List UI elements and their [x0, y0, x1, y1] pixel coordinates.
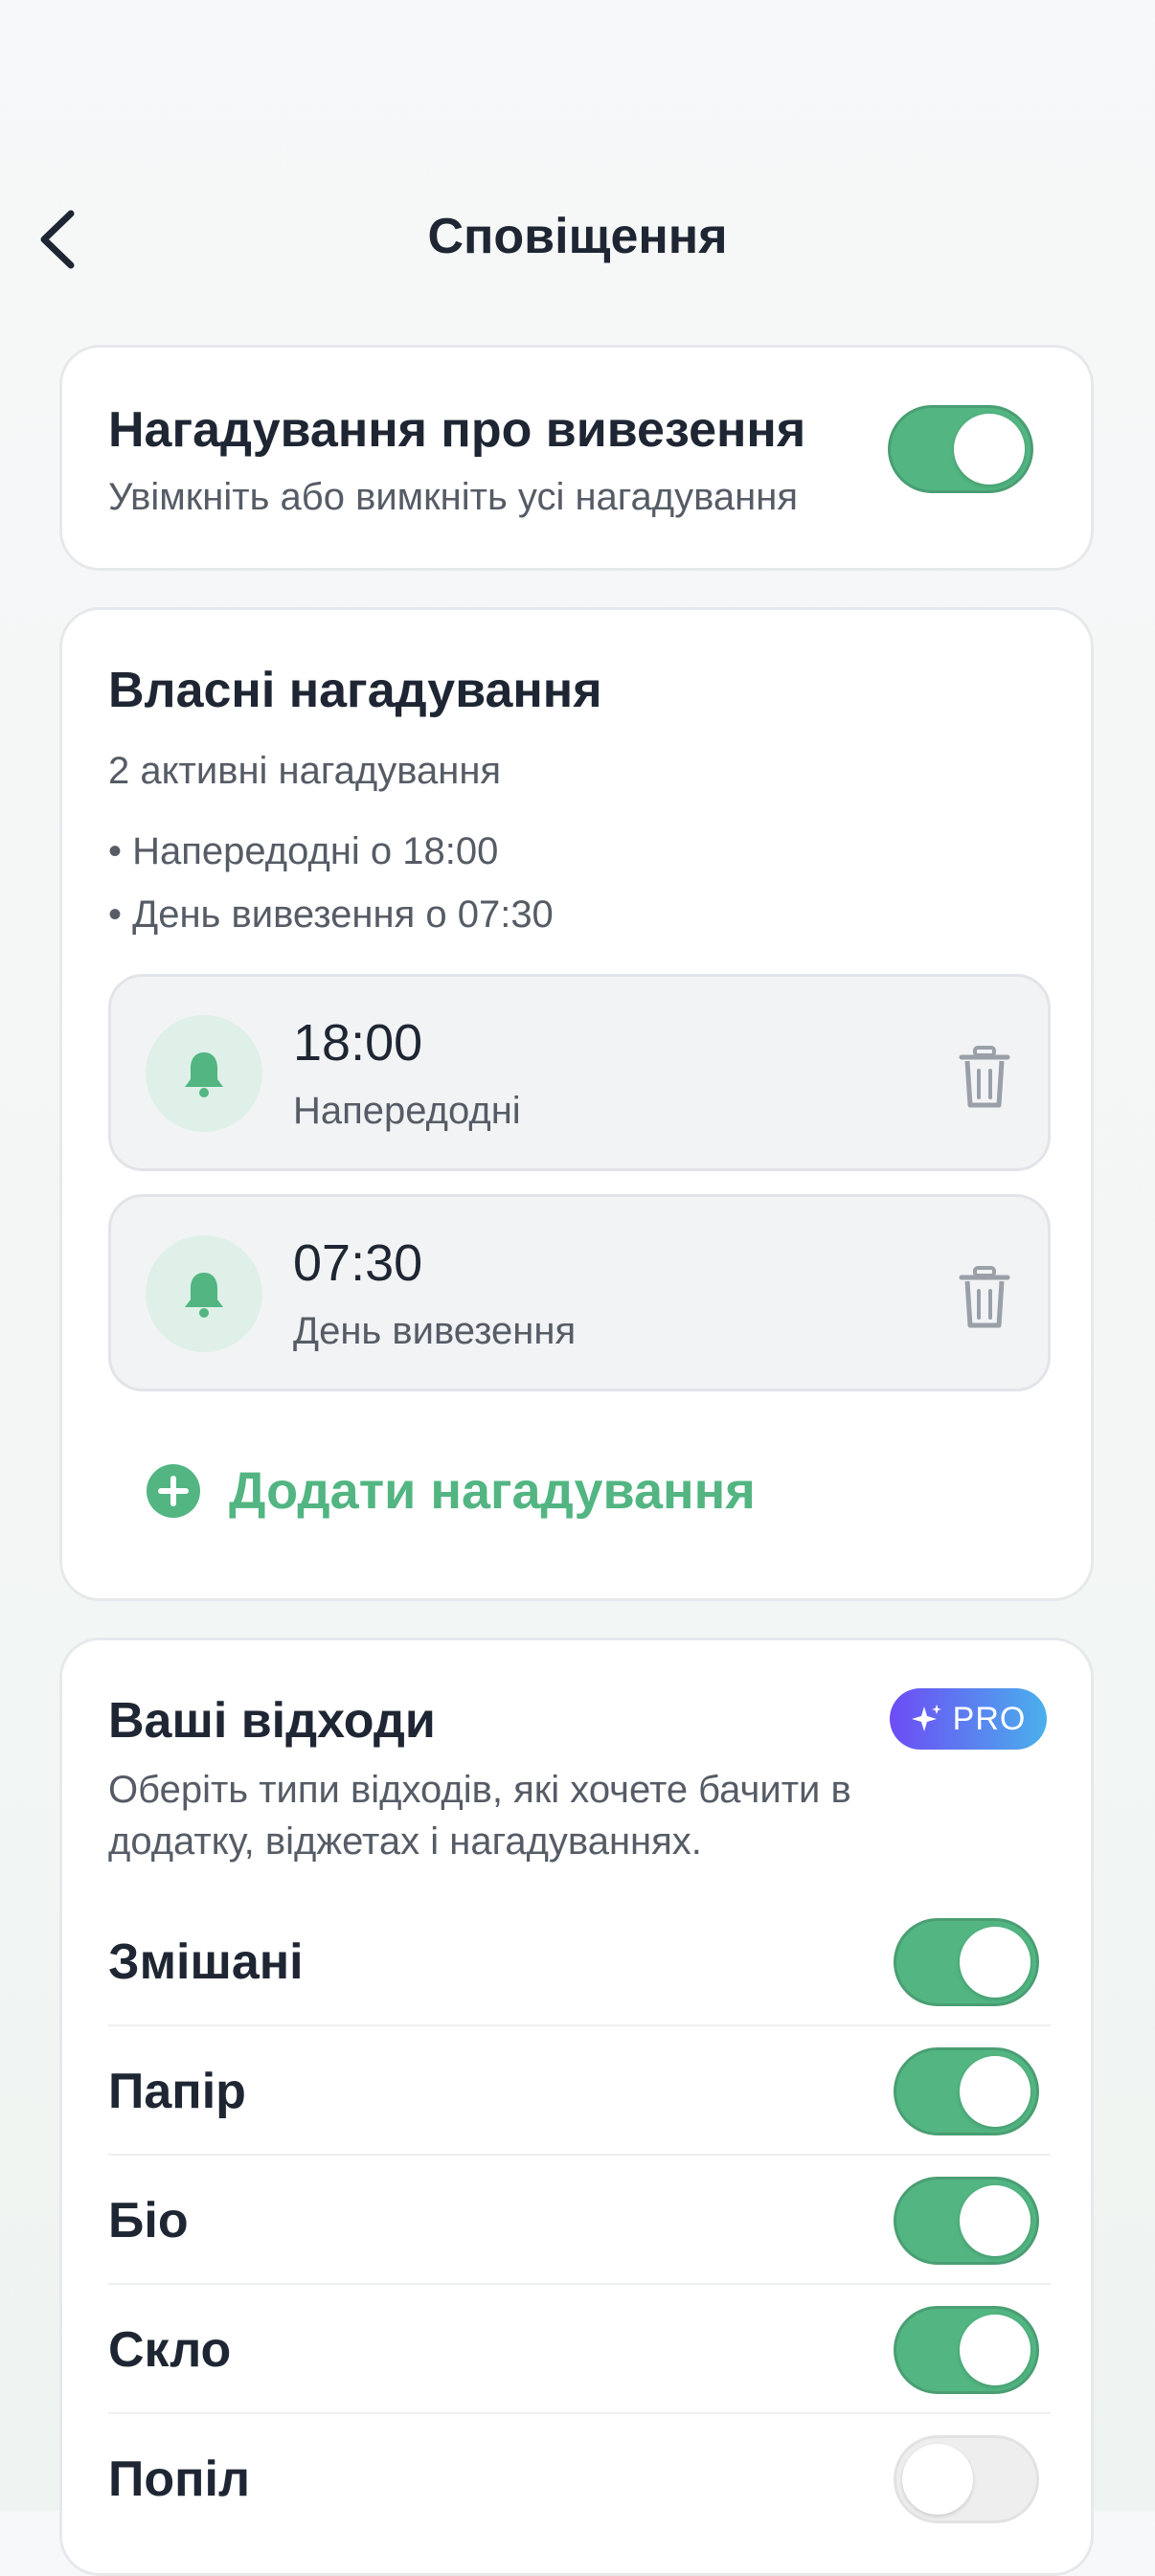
waste-type-row: Скло [108, 2285, 1051, 2414]
waste-type-toggle[interactable] [894, 1918, 1039, 2006]
page-title: Сповіщення [427, 209, 728, 264]
master-reminder-card: Нагадування про вивезення Увімкніть або … [59, 345, 1094, 571]
waste-types-title: Ваші відходи [108, 1693, 436, 1749]
bell-icon [146, 1015, 262, 1132]
waste-type-row: Попіл [108, 2414, 1051, 2543]
reminder-item[interactable]: 07:30 День вивезення [108, 1194, 1051, 1391]
add-reminder-button[interactable]: Додати нагадування [147, 1453, 756, 1529]
waste-type-toggle[interactable] [894, 2177, 1039, 2265]
pro-badge-label: PRO [952, 1700, 1027, 1737]
header: Сповіщення [0, 0, 1155, 316]
toggle-knob [954, 414, 1025, 485]
waste-type-row: Папір [108, 2026, 1051, 2156]
waste-type-name: Скло [108, 2322, 232, 2378]
reminder-summary-item: • День вивезення о 07:30 [108, 893, 554, 936]
waste-types-card: Ваші відходи PRO Оберіть типи відходів, … [59, 1638, 1094, 2576]
toggle-knob [960, 2056, 1030, 2127]
toggle-knob [902, 2444, 973, 2515]
custom-reminders-card: Власні нагадування 2 активні нагадування… [59, 607, 1094, 1601]
sparkles-icon [911, 1705, 941, 1731]
reminder-summary-item: • Напередодні о 18:00 [108, 830, 499, 872]
waste-type-row: Змішані [108, 1897, 1051, 2026]
waste-type-name: Змішані [108, 1934, 304, 1990]
plus-circle-icon [147, 1464, 200, 1518]
waste-type-toggle[interactable] [894, 2047, 1039, 2135]
reminder-label: Напередодні [293, 1090, 521, 1132]
waste-type-name: Попіл [108, 2452, 251, 2507]
toggle-knob [960, 1927, 1030, 1998]
waste-type-toggle[interactable] [894, 2306, 1039, 2394]
waste-types-description: додатку, віджетах і нагадуваннях. [108, 1820, 702, 1863]
trash-icon[interactable] [956, 1264, 1013, 1331]
reminder-time: 07:30 [293, 1234, 423, 1292]
reminder-time: 18:00 [293, 1014, 423, 1072]
reminder-label: День вивезення [293, 1310, 577, 1352]
master-reminder-toggle[interactable] [888, 405, 1033, 493]
active-reminders-count: 2 активні нагадування [108, 750, 502, 792]
waste-type-name: Папір [108, 2064, 246, 2119]
reminder-item[interactable]: 18:00 Напередодні [108, 974, 1051, 1171]
toggle-knob [960, 2185, 1030, 2256]
pro-badge[interactable]: PRO [890, 1688, 1047, 1750]
waste-type-toggle[interactable] [894, 2435, 1039, 2523]
waste-types-description: Оберіть типи відходів, які хочете бачити… [108, 1769, 851, 1811]
master-reminder-title: Нагадування про вивезення [108, 402, 806, 458]
waste-type-name: Біо [108, 2193, 189, 2248]
trash-icon[interactable] [956, 1044, 1013, 1111]
master-reminder-subtitle: Увімкніть або вимкніть усі нагадування [108, 476, 798, 518]
add-reminder-label: Додати нагадування [229, 1462, 756, 1520]
waste-type-row: Біо [108, 2156, 1051, 2285]
toggle-knob [960, 2315, 1030, 2385]
bell-icon [146, 1235, 262, 1352]
custom-reminders-title: Власні нагадування [108, 663, 602, 718]
